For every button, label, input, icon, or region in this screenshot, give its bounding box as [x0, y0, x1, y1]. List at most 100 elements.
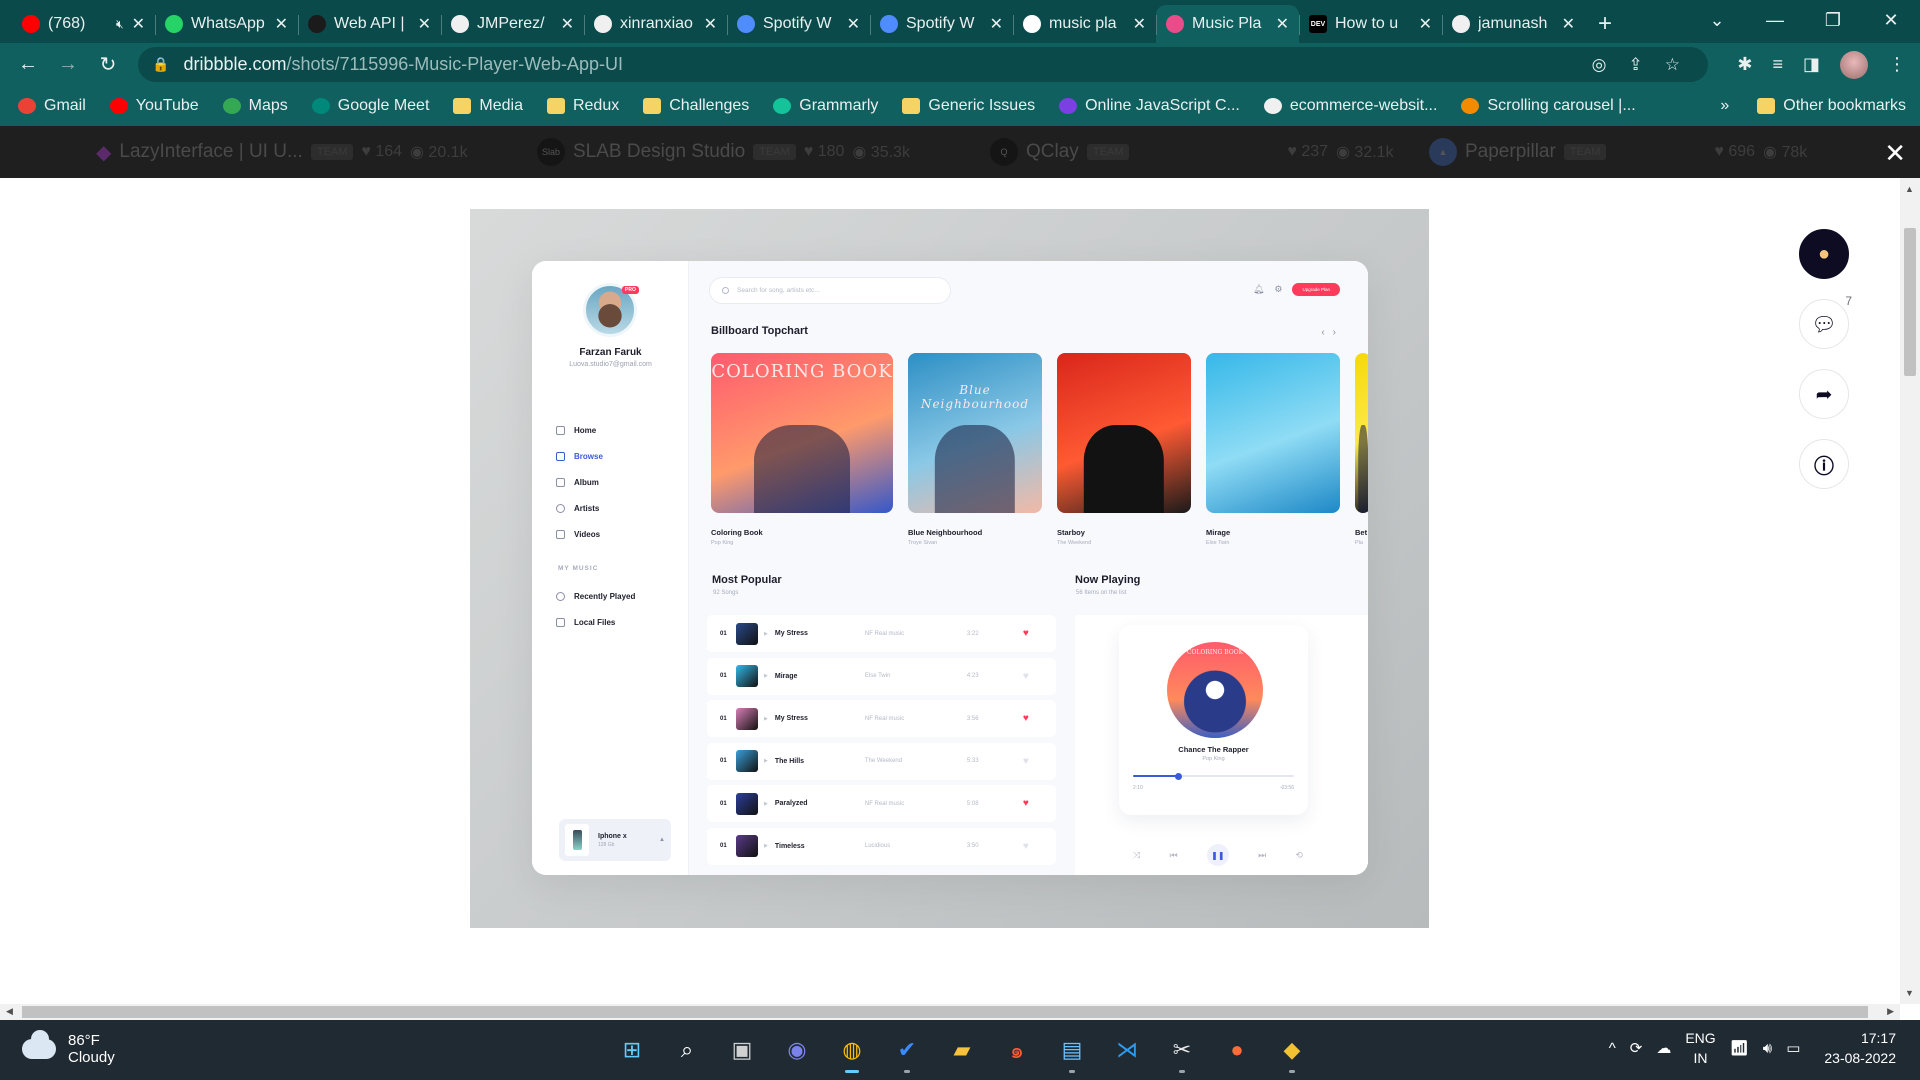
more-bookmarks-button[interactable]: » — [1720, 97, 1729, 115]
scroll-down-icon[interactable]: ▼ — [1905, 988, 1914, 998]
chrome-icon[interactable]: ◍ — [832, 1030, 872, 1073]
close-tab-icon[interactable]: ✕ — [132, 14, 145, 34]
tab-11[interactable]: jamunash ✕ — [1442, 5, 1585, 43]
shot-actions: ● 💬︎ 7 ➦ ⓘ — [1799, 229, 1852, 489]
share-icon[interactable]: ⇪ — [1629, 55, 1643, 75]
profile-avatar[interactable] — [1840, 50, 1868, 79]
tab-1[interactable]: (768) 🔇︎ ✕ — [12, 5, 155, 43]
tab-8[interactable]: music pla ✕ — [1013, 5, 1156, 43]
tab-6[interactable]: Spotify W ✕ — [727, 5, 870, 43]
scroll-right-icon[interactable]: ▶ — [1887, 1006, 1894, 1017]
new-tab-button[interactable]: + — [1585, 5, 1625, 43]
address-bar[interactable]: 🔒 dribbble.com/shots/7115996-Music-Playe… — [138, 47, 1708, 82]
eye-off-icon[interactable]: ◎ — [1592, 55, 1607, 75]
bookmark-1[interactable]: Gmail — [18, 97, 86, 115]
bookmark-2[interactable]: YouTube — [109, 97, 199, 115]
file-explorer-icon[interactable]: ▰ — [942, 1030, 982, 1070]
bookmark-8[interactable]: Grammarly — [773, 97, 878, 115]
battery-icon[interactable]: ▭ — [1786, 1039, 1800, 1057]
bookmark-5[interactable]: Media — [453, 97, 523, 115]
notepad-icon[interactable]: ▤ — [1052, 1030, 1092, 1073]
close-window-button[interactable]: ✕ — [1862, 0, 1920, 40]
close-tab-icon[interactable]: ✕ — [1419, 14, 1432, 34]
sync-icon[interactable]: ⟳ — [1630, 1039, 1643, 1057]
designer-avatar[interactable]: ● — [1799, 229, 1849, 279]
bookmark-7[interactable]: Challenges — [643, 97, 749, 115]
scroll-thumb[interactable] — [1904, 228, 1916, 376]
play-icon: ▶ — [764, 758, 768, 765]
close-tab-icon[interactable]: ✕ — [1133, 14, 1146, 34]
carousel-arrows: ‹ › — [1321, 327, 1336, 338]
tab-7[interactable]: Spotify W ✕ — [870, 5, 1013, 43]
forward-button[interactable]: → — [48, 45, 88, 85]
minimize-button[interactable]: — — [1746, 0, 1804, 40]
close-tab-icon[interactable]: ✕ — [847, 14, 860, 34]
snipping-icon[interactable]: ✂ — [1162, 1030, 1202, 1073]
git-icon[interactable]: ◆ — [1272, 1030, 1312, 1073]
tab-2[interactable]: WhatsApp ✕ — [155, 5, 298, 43]
tab-3[interactable]: Web API | ✕ — [298, 5, 441, 43]
strip-item-qclay[interactable]: Q QClay TEAM ♥ 237 ◉ 32.1k — [990, 138, 1394, 166]
close-tab-icon[interactable]: ✕ — [1276, 14, 1289, 34]
weather-widget[interactable]: 86°F Cloudy — [22, 1030, 115, 1066]
disc-title: COLORING BOOK — [1186, 649, 1244, 656]
todo-icon[interactable]: ✔ — [887, 1030, 927, 1073]
close-tab-icon[interactable]: ✕ — [990, 14, 1003, 34]
close-icon[interactable]: ✕ — [1884, 138, 1906, 169]
vscode-icon[interactable]: ⋊ — [1107, 1030, 1147, 1070]
bookmark-6[interactable]: Redux — [546, 97, 619, 115]
tab-5[interactable]: xinranxiao ✕ — [584, 5, 727, 43]
close-tab-icon[interactable]: ✕ — [275, 14, 288, 34]
reload-button[interactable]: ↻ — [88, 45, 128, 85]
share-button[interactable]: ➦ — [1799, 369, 1849, 419]
comments-button[interactable]: 💬︎ 7 — [1799, 294, 1852, 349]
back-button[interactable]: ← — [8, 45, 48, 85]
table-row: 01 ▶ Mirage Else Twin 4:23 ♥ — [707, 657, 1056, 695]
clock[interactable]: 17:17 23-08-2022 — [1824, 1028, 1896, 1068]
search-icon[interactable]: ⌕ — [667, 1030, 707, 1070]
tab-9[interactable]: Music Pla ✕ — [1156, 5, 1299, 43]
close-tab-icon[interactable]: ✕ — [704, 14, 717, 34]
volume-icon[interactable]: 🔊︎ — [1763, 1040, 1772, 1057]
menu-icon[interactable]: ⋮ — [1888, 54, 1906, 75]
bookmark-9[interactable]: Generic Issues — [902, 97, 1035, 115]
tab-4[interactable]: JMPerez/ ✕ — [441, 5, 584, 43]
restore-button[interactable]: ❐ — [1804, 0, 1862, 40]
tab-10[interactable]: DEV How to u ✕ — [1299, 5, 1442, 43]
bookmark-3[interactable]: Maps — [222, 97, 288, 115]
side-panel-icon[interactable]: ◨ — [1803, 54, 1820, 75]
snail-icon[interactable]: ๑ — [997, 1030, 1037, 1070]
youtube-icon — [22, 15, 40, 33]
postman-icon[interactable]: ● — [1217, 1030, 1257, 1070]
wifi-icon[interactable]: 📶︎ — [1730, 1039, 1749, 1057]
scroll-up-icon[interactable]: ▲ — [1905, 184, 1914, 194]
scroll-thumb-h[interactable] — [22, 1006, 1868, 1018]
tab-list: (768) 🔇︎ ✕ WhatsApp ✕ Web API | ✕ JMPerez/✕ xinr… — [0, 0, 1585, 43]
task-view-icon[interactable]: ▣ — [722, 1030, 762, 1070]
bookmark-4[interactable]: Google Meet — [311, 97, 429, 115]
close-tab-icon[interactable]: ✕ — [1562, 14, 1575, 34]
close-tab-icon[interactable]: ✕ — [561, 14, 574, 34]
other-bookmarks-folder[interactable]: Other bookmarks — [1757, 97, 1906, 115]
scroll-left-icon[interactable]: ◀ — [6, 1006, 13, 1017]
vertical-scrollbar[interactable]: ▲ ▼ — [1900, 178, 1920, 1004]
start-icon[interactable]: ⊞ — [612, 1030, 652, 1070]
strip-item-paperpillar[interactable]: ▲ Paperpillar TEAM ♥ 696 ◉ 78k — [1429, 138, 1807, 166]
close-tab-icon[interactable]: ✕ — [418, 14, 431, 34]
chevron-up-icon[interactable]: ^ — [1609, 1040, 1616, 1057]
star-icon[interactable]: ☆ — [1665, 55, 1680, 75]
teams-icon[interactable]: ◉ — [777, 1030, 817, 1070]
bookmark-11[interactable]: ecommerce-websit... — [1263, 97, 1437, 115]
onedrive-icon[interactable]: ☁ — [1656, 1039, 1671, 1057]
horizontal-scrollbar[interactable]: ◀ ▶ — [0, 1004, 1900, 1020]
bookmark-12[interactable]: Scrolling carousel |... — [1461, 97, 1636, 115]
mute-icon[interactable]: 🔇︎ — [116, 17, 124, 32]
strip-item-lazyinterface[interactable]: ◆ LazyInterface | UI U... TEAM ♥ 164 ◉ 2… — [96, 140, 468, 165]
extensions-icon[interactable]: ✱ — [1737, 54, 1752, 75]
tab-search-icon[interactable]: ⌄ — [1688, 0, 1746, 40]
bookmark-10[interactable]: Online JavaScript C... — [1059, 97, 1240, 115]
language-indicator[interactable]: ENG IN — [1685, 1028, 1715, 1068]
media-icon[interactable]: ≡ — [1772, 54, 1783, 75]
info-button[interactable]: ⓘ — [1799, 439, 1849, 489]
strip-item-slab[interactable]: Slab SLAB Design Studio TEAM ♥ 180 ◉ 35.… — [537, 138, 910, 166]
